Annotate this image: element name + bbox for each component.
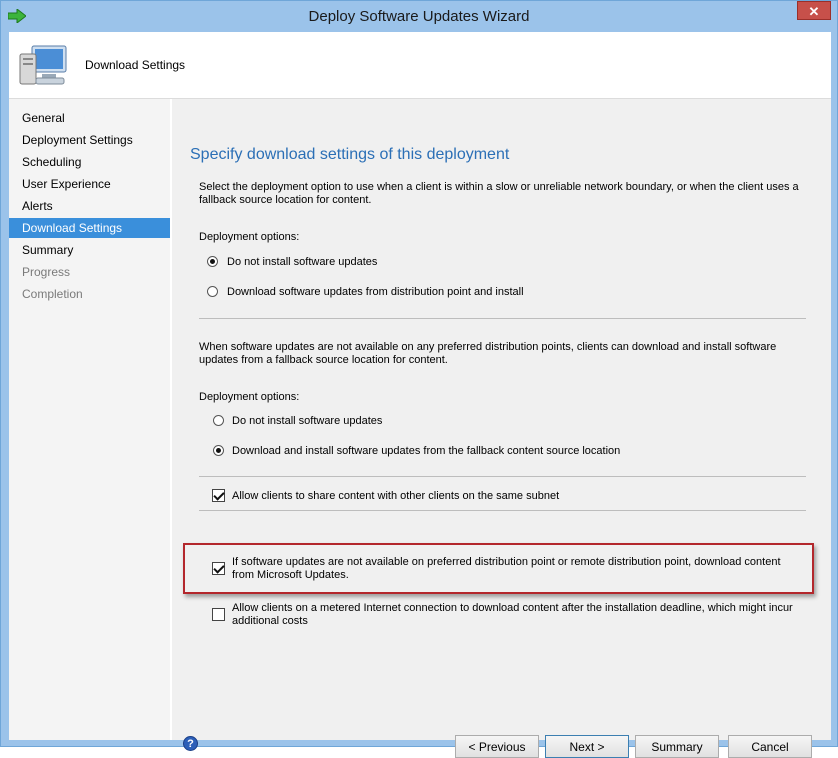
section2-radio-do-not-install[interactable] (213, 415, 224, 426)
section2-description: When software updates are not available … (199, 341, 777, 366)
separator (199, 318, 806, 319)
checkbox-metered-connection-label[interactable]: Allow clients on a metered Internet conn… (232, 602, 802, 628)
wizard-header: Download Settings (9, 32, 831, 99)
checkbox-metered-connection[interactable] (212, 608, 225, 621)
header-page-name: Download Settings (85, 58, 186, 72)
wizard-navigation: General Deployment Settings Scheduling U… (9, 99, 170, 740)
wizard-window: Deploy Software Updates Wizard ✕ Downloa… (0, 0, 838, 758)
checkbox-download-from-microsoft-updates[interactable] (212, 562, 225, 575)
nav-item-alerts[interactable]: Alerts (9, 196, 170, 216)
separator (199, 510, 806, 511)
nav-item-summary[interactable]: Summary (9, 240, 170, 260)
nav-item-user-experience[interactable]: User Experience (9, 174, 170, 194)
nav-item-general[interactable]: General (9, 108, 170, 128)
content-panel: Specify download settings of this deploy… (172, 99, 831, 758)
separator (199, 476, 806, 477)
nav-item-deployment-settings[interactable]: Deployment Settings (9, 130, 170, 150)
help-icon[interactable]: ? (183, 736, 198, 751)
checkbox-share-content-subnet[interactable] (212, 489, 225, 502)
section1-options-label: Deployment options: (199, 231, 300, 243)
section1-radio-download-from-dp[interactable] (207, 286, 218, 297)
nav-item-progress: Progress (22, 265, 71, 279)
section1-radio-do-not-install[interactable] (207, 256, 218, 267)
section2-radio-download-fallback[interactable] (213, 445, 224, 456)
close-button[interactable]: ✕ (797, 1, 831, 20)
section2-radio-do-not-install-label[interactable]: Do not install software updates (232, 415, 382, 428)
checkbox-download-from-microsoft-updates-label[interactable]: If software updates are not available on… (232, 556, 802, 582)
section1-radio-download-from-dp-label[interactable]: Download software updates from distribut… (227, 286, 524, 299)
title-bar[interactable]: Deploy Software Updates Wizard ✕ (1, 1, 837, 32)
section1-description: Select the deployment option to use when… (199, 181, 799, 206)
wizard-body: Download Settings General Deployment Set… (9, 32, 831, 758)
checkbox-share-content-subnet-label[interactable]: Allow clients to share content with othe… (232, 490, 802, 503)
nav-item-download-settings[interactable]: Download Settings (9, 218, 170, 238)
section1-radio-do-not-install-label[interactable]: Do not install software updates (227, 256, 377, 269)
section2-radio-download-fallback-label[interactable]: Download and install software updates fr… (232, 445, 620, 458)
section2-options-label: Deployment options: (199, 391, 300, 403)
computer-monitor-icon (19, 45, 67, 85)
window-title: Deploy Software Updates Wizard (308, 8, 530, 25)
nav-item-scheduling[interactable]: Scheduling (9, 152, 170, 172)
nav-item-completion: Completion (22, 287, 83, 301)
page-heading: Specify download settings of this deploy… (190, 146, 510, 163)
